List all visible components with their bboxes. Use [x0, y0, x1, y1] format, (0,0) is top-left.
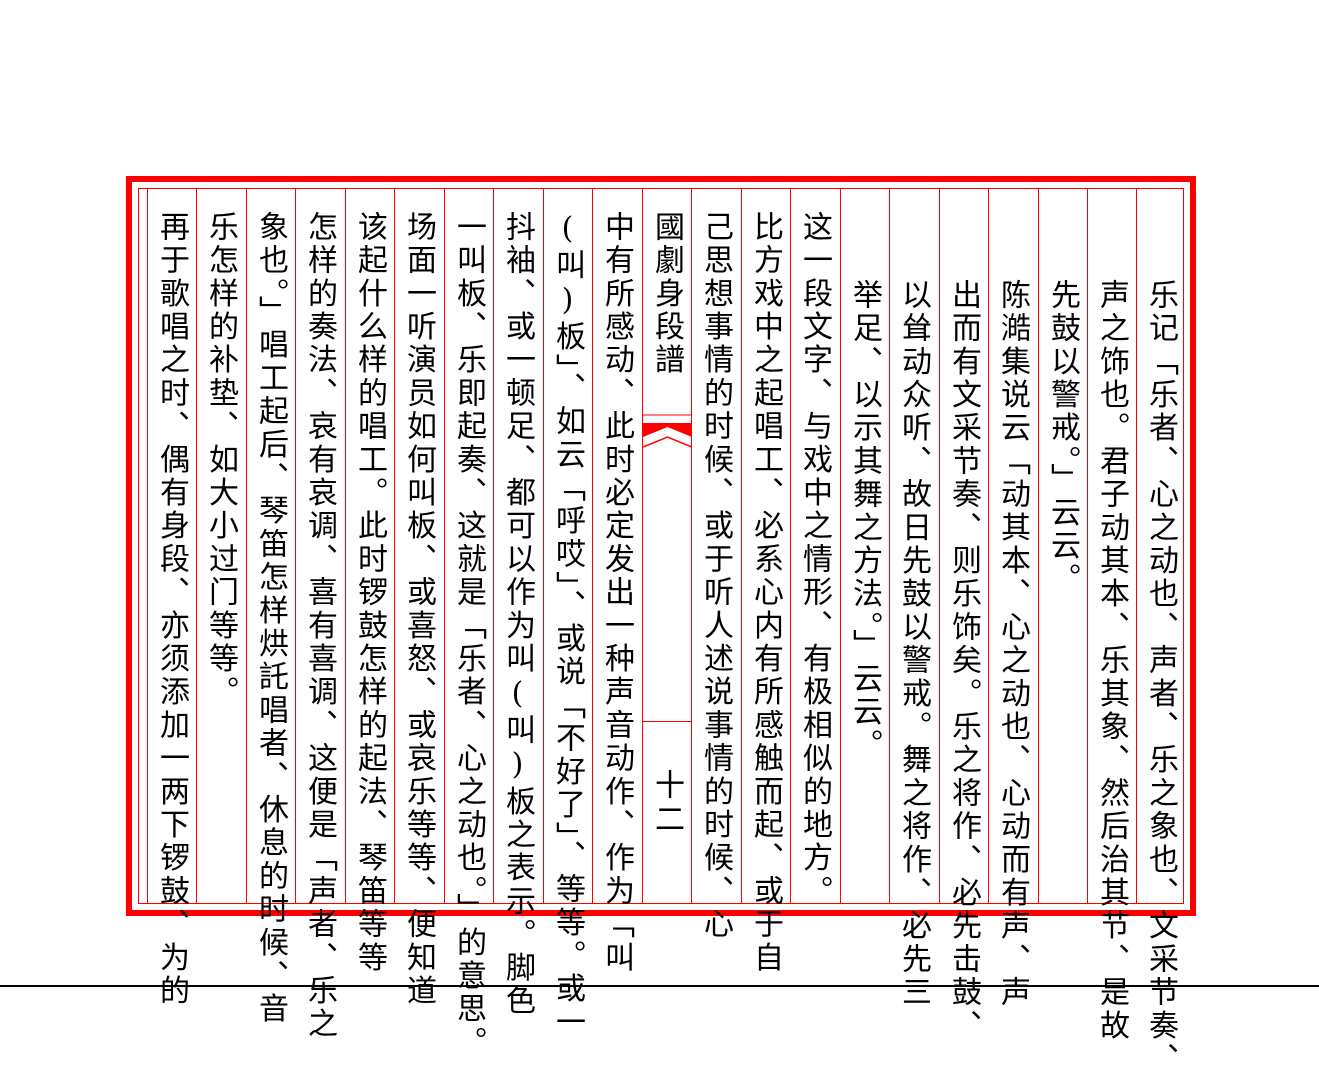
text-column-9: 比方戏中之起唱工、必系心内有所感触而起、或于自: [741, 189, 790, 975]
inner-frame: 乐记「乐者、心之动也、声者、乐之象也、文采节奏、 声之饰也。君子动其本、乐其象、…: [138, 188, 1185, 1076]
column-text: 出而有文采节奏、则乐饰矣。乐之将作、必先击鼓、: [946, 279, 981, 1043]
text-column-4: 陈澔集说云「动其本、心之动也、心动而有声、声: [988, 189, 1037, 1009]
text-column-19: 乐怎样的补垫、如大小过门等等。: [196, 189, 245, 903]
column-text: (叫)板」、如云「呼哎」、或说「不好了」、等等。或一: [550, 211, 585, 1040]
center-divider-line: [643, 721, 691, 722]
column-text: 一叫板、乐即起奏、这就是「乐者、心之动也。」的意思。: [451, 211, 486, 1060]
page-frame: 乐记「乐者、心之动也、声者、乐之象也、文采节奏、 声之饰也。君子动其本、乐其象、…: [126, 176, 1196, 1076]
text-column-6: 以耸动众听、故日先鼓以警戒。舞之将作、必先三: [889, 189, 938, 1009]
text-column-13: 抖袖、或一顿足、都可以作为叫(叫)板之表示。脚色: [493, 189, 542, 1018]
text-column-10: 己思想事情的时候、或于听人述说事情的时候、心: [691, 189, 740, 941]
text-column-11: 中有所感动、此时必定发出一种声音动作、作为「叫: [592, 189, 641, 975]
book-title: 國劇身段譜: [649, 211, 684, 377]
text-column-12: (叫)板」、如云「呼哎」、或说「不好了」、等等。或一: [543, 189, 592, 1039]
text-column-1: 乐记「乐者、心之动也、声者、乐之象也、文采节奏、: [1136, 189, 1185, 1076]
column-text: 比方戏中之起唱工、必系心内有所感触而起、或于自: [748, 211, 783, 975]
column-text: 场面一听演员如何叫板、或喜怒、或哀乐等等、便知道: [401, 211, 436, 1008]
column-text: 己思想事情的时候、或于听人述说事情的时候、心: [698, 211, 733, 942]
column-text: 举足、以示其舞之方法。」云云。: [847, 279, 882, 762]
text-column-20: 再于歌唱之时、偶有身段、亦须添加一两下锣鼓、为的: [147, 189, 196, 1008]
column-text: 该起什么样的唱工。此时锣鼓怎样的起法、琴笛等等: [352, 211, 387, 975]
column-text: 怎样的奏法、哀有哀调、喜有喜调、这便是「声者、乐之: [302, 211, 337, 1041]
text-column-18: 象也。」唱工起后、琴笛怎样烘託唱者、休息的时候、音: [246, 189, 295, 1026]
text-column-3: 先鼓以警戒。」云云。: [1038, 189, 1087, 903]
column-text: 这一段文字、与戏中之情形、有极相似的地方。: [797, 211, 832, 909]
column-text: 陈澔集说云「动其本、心之动也、心动而有声、声: [995, 279, 1030, 1010]
center-column: 國劇身段譜 十二: [642, 189, 692, 903]
column-text: 再于歌唱之时、偶有身段、亦须添加一两下锣鼓、为的: [154, 211, 189, 1008]
text-column-2: 声之饰也。君子动其本、乐其象、然后治其节、是故: [1087, 189, 1136, 1043]
text-column-16: 该起什么样的唱工。此时锣鼓怎样的起法、琴笛等等: [345, 189, 394, 975]
column-text: 中有所感动、此时必定发出一种声音动作、作为「叫: [599, 211, 634, 975]
text-column-5: 出而有文采节奏、则乐饰矣。乐之将作、必先击鼓、: [939, 189, 988, 1043]
text-column-14: 一叫板、乐即起奏、这就是「乐者、心之动也。」的意思。: [444, 189, 493, 1059]
text-column-7: 举足、以示其舞之方法。」云云。: [840, 189, 889, 903]
column-text: 乐记「乐者、心之动也、声者、乐之象也、文采节奏、: [1143, 279, 1178, 1076]
text-column-17: 怎样的奏法、哀有哀调、喜有喜调、这便是「声者、乐之: [295, 189, 344, 1041]
column-text: 声之饰也。君子动其本、乐其象、然后治其节、是故: [1094, 279, 1129, 1043]
column-text: 抖袖、或一顿足、都可以作为叫(叫)板之表示。脚色: [500, 211, 535, 1018]
text-column-8: 这一段文字、与戏中之情形、有极相似的地方。: [790, 189, 839, 908]
text-column-15: 场面一听演员如何叫板、或喜怒、或哀乐等等、便知道: [394, 189, 443, 1008]
page-number: 十二: [649, 769, 684, 837]
column-text: 先鼓以警戒。」云云。: [1045, 279, 1080, 596]
column-text: 以耸动众听、故日先鼓以警戒。舞之将作、必先三: [896, 279, 931, 1010]
fish-tail-ornament: [643, 414, 692, 448]
column-text: 象也。」唱工起后、琴笛怎样烘託唱者、休息的时候、音: [253, 211, 288, 1026]
column-text: 乐怎样的补垫、如大小过门等等。: [203, 211, 238, 709]
